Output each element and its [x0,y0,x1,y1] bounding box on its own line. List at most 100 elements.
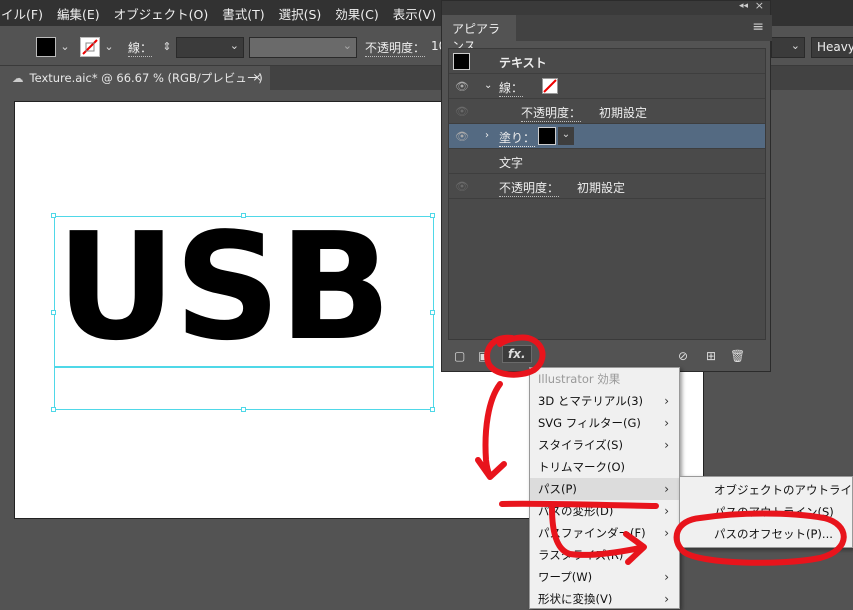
menu-item-convert-to-shape[interactable]: 形状に変換(V) › [530,588,679,610]
stroke-dropdown-icon[interactable]: ⌄ [102,39,116,55]
menu-object[interactable]: オブジェクト(O) [107,4,216,23]
handle-middle-right[interactable] [430,310,435,315]
menu-item-label: 形状に変換(V) [538,592,613,606]
object-opacity-value: 初期設定 [577,181,626,195]
stroke-row-label[interactable]: 線： [499,79,524,97]
submenu-arrow-icon: › [664,504,669,518]
add-new-fill-icon[interactable]: ▣ [478,349,489,363]
visibility-eye-icon[interactable]: 👁 [455,105,469,118]
object-opacity-label[interactable]: 不透明度： [499,179,560,197]
menu-item-3d[interactable]: 3D とマテリアル(3) › [530,390,679,412]
menu-item-warp[interactable]: ワープ(W) › [530,566,679,588]
menu-item-label: パスファインダー(F) [538,526,646,540]
menu-item-label: スタイライズ(S) [538,438,623,452]
fill-dropdown-icon[interactable]: ⌄ [58,39,72,55]
submenu-arrow-icon: › [664,416,669,430]
stroke-opacity-label[interactable]: 不透明度： [521,104,582,122]
menu-item-pathfinder[interactable]: パスファインダー(F) › [530,522,679,544]
submenu-arrow-icon: › [664,394,669,408]
visibility-eye-icon[interactable]: 👁 [455,130,469,143]
baseline-guide [54,366,434,368]
menu-select[interactable]: 選択(S) [272,4,329,23]
expand-chevron-right-icon[interactable]: › [485,130,489,141]
fill-row-swatch[interactable] [538,127,556,145]
menu-item-label: パスの変形(D) [538,504,614,518]
variable-width-profile[interactable]: ⌄ [249,37,357,58]
panel-title-strip: ◂◂ × [442,0,770,15]
menu-edit[interactable]: 編集(E) [50,4,107,23]
document-title: Texture.aic* @ 66.67 % (RGB/プレビュー) [29,71,263,85]
menu-item-svg-filters[interactable]: SVG フィルター(G) › [530,412,679,434]
menu-item-stylize[interactable]: スタイライズ(S) › [530,434,679,456]
characters-label: 文字 [499,156,524,170]
clear-appearance-icon[interactable]: ⊘ [678,349,688,363]
stroke-row[interactable]: 👁 ⌄ 線： [449,74,765,99]
add-new-stroke-icon[interactable]: ▢ [454,349,465,363]
delete-item-icon[interactable]: 🗑 [730,349,745,363]
selection-bounding-box [54,216,434,410]
stroke-weight-field[interactable]: ⌄ [176,37,244,58]
menu-item-label: ラスタライズ(R) [538,548,624,562]
object-type-label: テキスト [499,56,547,70]
document-tab[interactable]: ☁ Texture.aic* @ 66.67 % (RGB/プレビュー) × [0,66,270,90]
object-thumbnail [453,53,470,70]
handle-top-right[interactable] [430,213,435,218]
submenu-arrow-icon: › [664,482,669,496]
panel-menu-icon[interactable]: ≡ [752,19,764,35]
appearance-header-row[interactable]: テキスト [449,49,765,74]
submenu-arrow-icon: › [664,438,669,452]
font-style-field[interactable]: Heavy [811,37,853,58]
appearance-panel: ◂◂ × アピアランス ≡ テキスト 👁 ⌄ 線： 👁 不透明度： 初期設定 👁… [441,0,772,372]
menu-item-label: パス(P) [538,482,577,496]
appearance-list: テキスト 👁 ⌄ 線： 👁 不透明度： 初期設定 👁 › 塗り： ⌄ 文字 👁 [448,48,766,340]
fill-row[interactable]: 👁 › 塗り： ⌄ [449,124,765,149]
stroke-opacity-row[interactable]: 👁 不透明度： 初期設定 [449,99,765,124]
none-stroke-icon [543,79,557,93]
menu-item-rasterize[interactable]: ラスタライズ(R) [530,544,679,566]
characters-row[interactable]: 文字 [449,149,765,174]
menu-effect[interactable]: 効果(C) [328,4,385,23]
duplicate-item-icon[interactable]: ⊞ [706,349,716,363]
close-document-button[interactable]: × [252,70,262,84]
path-submenu: オブジェクトのアウトライン(O) パスのアウトライン(S) パスのオフセット(P… [679,476,853,548]
font-family-dropdown[interactable]: ⌄ [771,37,805,58]
menu-item-label: SVG フィルター(G) [538,416,641,430]
menu-type[interactable]: 書式(T) [215,4,271,23]
menu-item-distort-transform[interactable]: パスの変形(D) › [530,500,679,522]
close-panel-icon[interactable]: × [755,0,764,12]
opacity-label: 不透明度： [365,41,426,57]
tab-appearance[interactable]: アピアランス [442,15,516,53]
handle-bottom-center[interactable] [241,407,246,412]
stroke-swatch[interactable] [80,37,100,57]
handle-bottom-left[interactable] [51,407,56,412]
menu-file[interactable]: イル(F) [0,4,50,23]
fill-row-label[interactable]: 塗り： [499,129,536,147]
submenu-item-outline-object[interactable]: オブジェクトのアウトライン(O) [680,479,853,501]
menu-item-label: ワープ(W) [538,570,593,584]
menu-item-crop-marks[interactable]: トリムマーク(O) [530,456,679,478]
submenu-arrow-icon: › [664,526,669,540]
collapse-panel-icon[interactable]: ◂◂ [739,1,748,11]
handle-middle-left[interactable] [51,310,56,315]
menu-view[interactable]: 表示(V) [386,4,443,23]
cloud-icon: ☁ [12,71,24,85]
stroke-weight-stepper-icon[interactable]: ⇕ [160,39,174,55]
stroke-label: 線： [128,41,153,57]
object-opacity-row[interactable]: 👁 不透明度： 初期設定 [449,174,765,199]
submenu-item-offset-path[interactable]: パスのオフセット(P)... [680,523,852,545]
panel-tab-bar: アピアランス ≡ [442,15,772,53]
add-new-effect-button[interactable]: fx. [502,345,532,363]
visibility-eye-icon[interactable]: 👁 [455,180,469,193]
stroke-row-swatch[interactable] [542,78,558,94]
expand-chevron-down-icon[interactable]: ⌄ [484,80,492,91]
fill-row-dropdown-icon[interactable]: ⌄ [558,127,574,145]
submenu-item-outline-stroke[interactable]: パスのアウトライン(S) [680,501,852,523]
visibility-eye-icon[interactable]: 👁 [455,80,469,93]
handle-top-center[interactable] [241,213,246,218]
menu-item-path[interactable]: パス(P) › [530,478,679,500]
fill-swatch[interactable] [36,37,56,57]
handle-bottom-right[interactable] [430,407,435,412]
handle-top-left[interactable] [51,213,56,218]
stroke-opacity-value: 初期設定 [599,106,648,120]
none-stroke-icon [82,39,98,55]
